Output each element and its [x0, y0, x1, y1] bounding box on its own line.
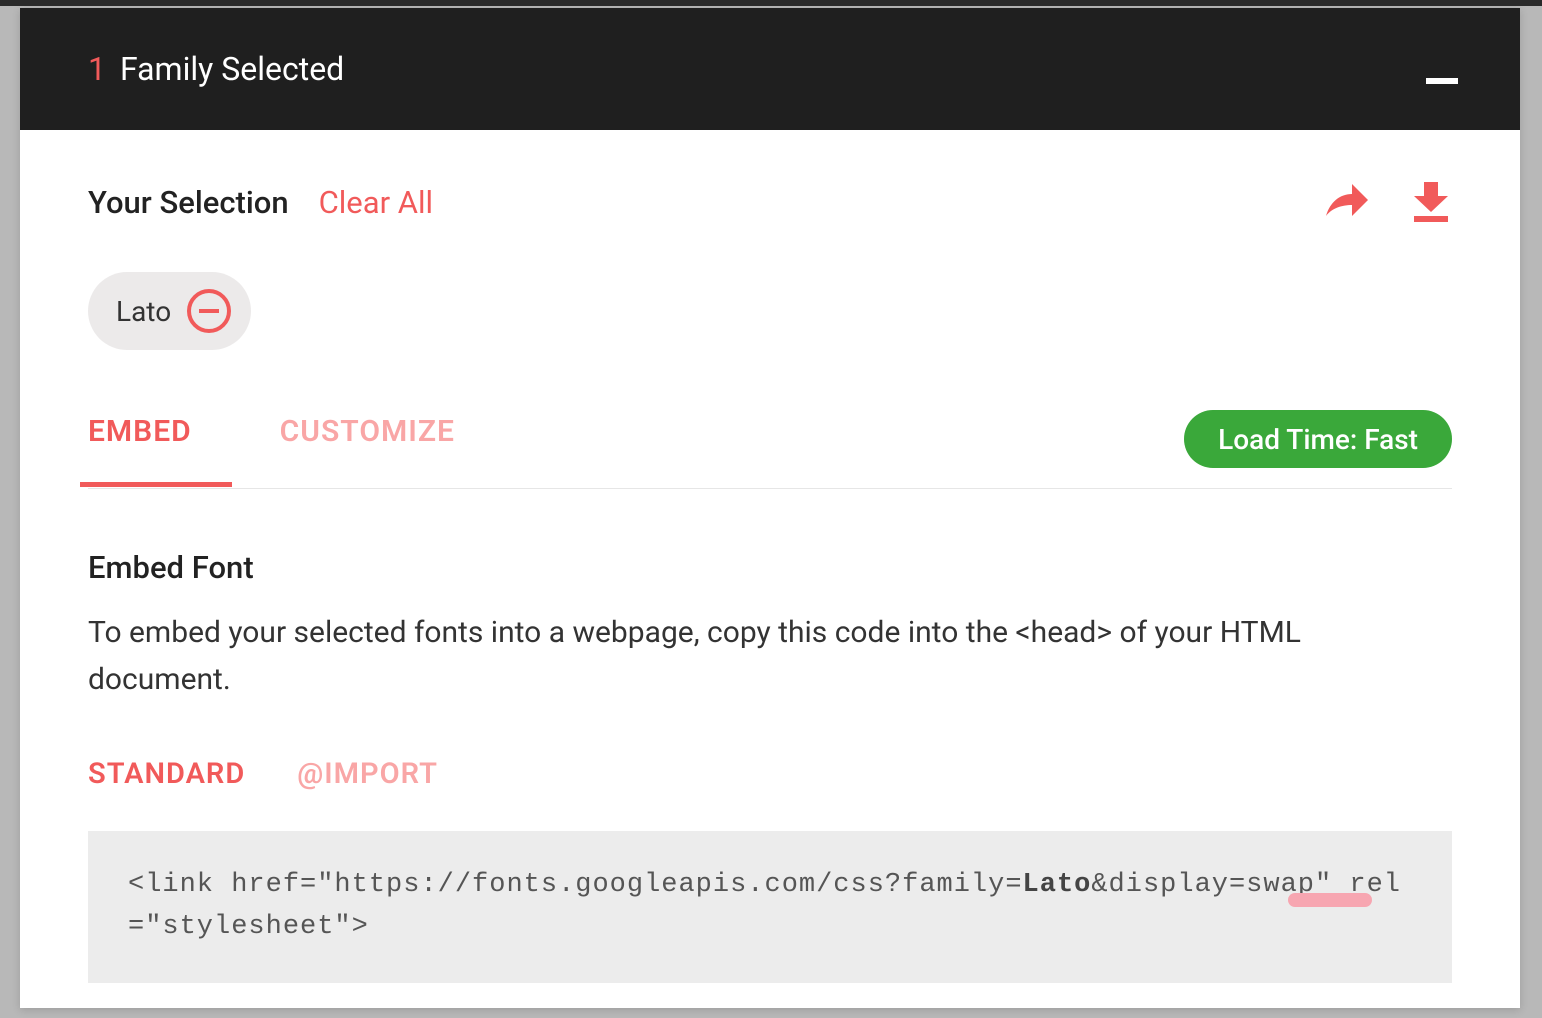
clear-all-button[interactable]: Clear All — [319, 184, 434, 221]
tab-embed[interactable]: EMBED — [88, 414, 192, 485]
chip-label: Lato — [116, 295, 171, 328]
embed-font-title: Embed Font — [88, 549, 1452, 586]
minimize-icon — [1426, 78, 1458, 84]
font-chip-lato: Lato — [88, 272, 251, 350]
selection-row: Your Selection Clear All — [88, 180, 1452, 224]
panel-content: Your Selection Clear All Lato EMBED C — [20, 130, 1520, 983]
embed-code-block[interactable]: <link href="https://fonts.googleapis.com… — [88, 831, 1452, 983]
share-icon[interactable] — [1324, 182, 1370, 222]
subtab-standard[interactable]: STANDARD — [88, 757, 245, 791]
code-prefix: <link href="https://fonts.googleapis.com… — [128, 870, 1023, 900]
tab-customize[interactable]: CUSTOMIZE — [280, 414, 455, 485]
fonts-panel: 1 Family Selected Your Selection Clear A… — [20, 8, 1520, 1008]
minimize-button[interactable] — [1412, 44, 1472, 94]
embed-section: Embed Font To embed your selected fonts … — [88, 489, 1452, 983]
code-family: Lato — [1023, 870, 1092, 900]
header-title: 1 Family Selected — [88, 50, 344, 88]
chip-remove-button[interactable] — [187, 289, 231, 333]
highlight-annotation — [1288, 893, 1372, 907]
embed-subtabs: STANDARD @IMPORT — [88, 757, 1452, 791]
family-count: 1 — [88, 50, 106, 88]
tabs-row: EMBED CUSTOMIZE Load Time: Fast — [88, 410, 1452, 489]
your-selection-label: Your Selection — [88, 184, 289, 221]
panel-header: 1 Family Selected — [20, 8, 1520, 130]
subtab-import[interactable]: @IMPORT — [297, 757, 438, 791]
load-time-badge: Load Time: Fast — [1184, 410, 1452, 468]
chips: Lato — [88, 272, 1452, 350]
download-icon[interactable] — [1410, 180, 1452, 224]
header-text: Family Selected — [120, 50, 344, 88]
embed-font-description: To embed your selected fonts into a webp… — [88, 610, 1408, 703]
